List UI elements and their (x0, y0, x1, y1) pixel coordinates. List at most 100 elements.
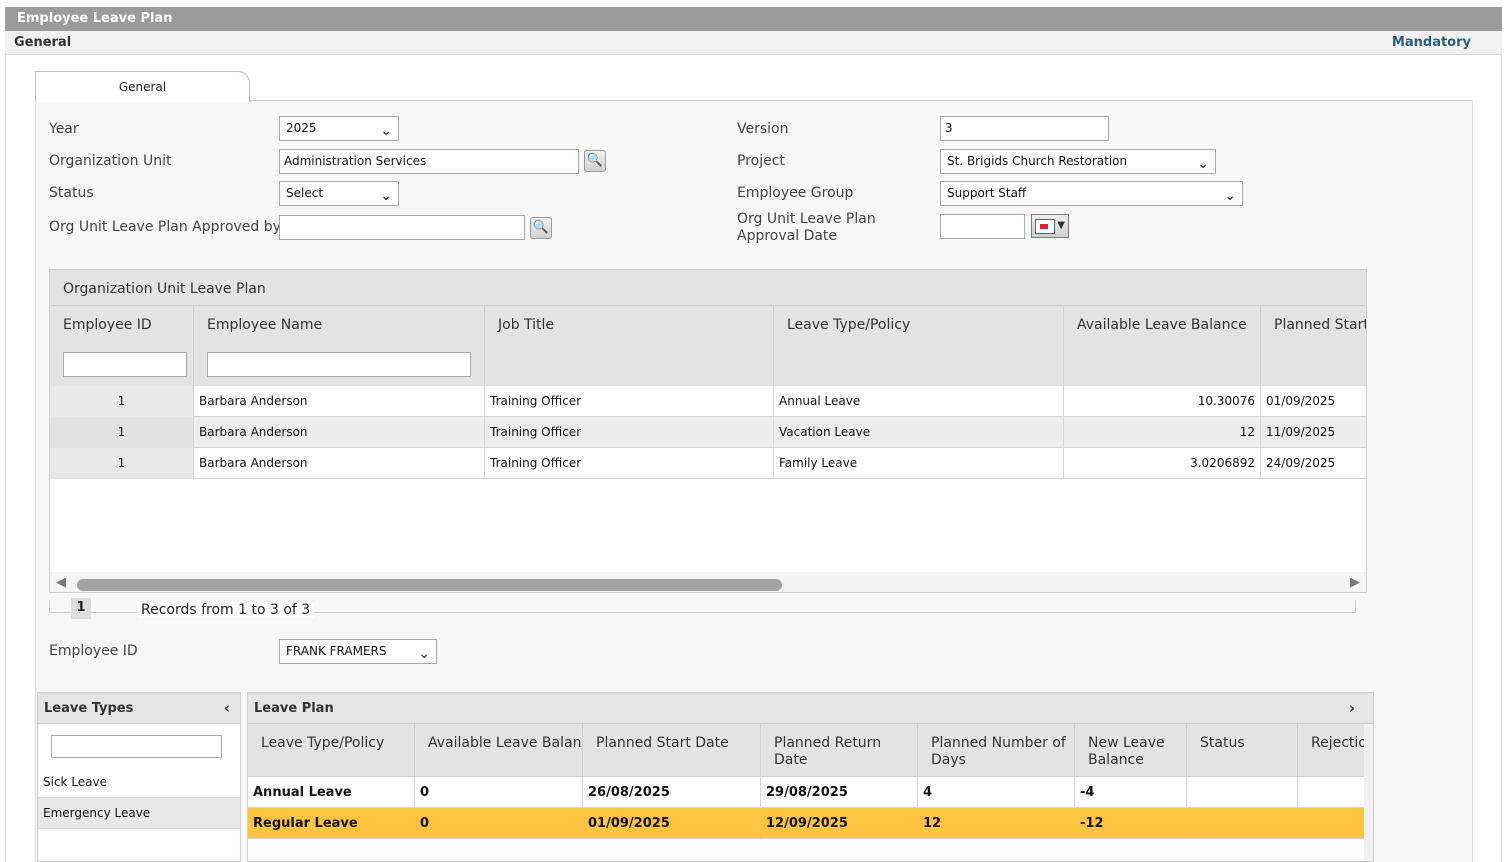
project-select[interactable]: St. Brigids Church Restoration ⌄ (940, 149, 1216, 174)
cell-leave-type: Family Leave (774, 448, 1064, 479)
version-input[interactable]: 3 (940, 116, 1109, 141)
year-value: 2025 (286, 121, 317, 135)
chevron-down-icon: ⌄ (1224, 188, 1236, 204)
approved-by-input[interactable] (279, 215, 525, 240)
cell-new-balance: -4 (1075, 777, 1187, 808)
cell-available-balance: 0 (415, 777, 583, 808)
status-select[interactable]: Select ⌄ (279, 181, 399, 206)
year-select[interactable]: 2025 ⌄ (279, 116, 399, 141)
chevron-left-icon[interactable]: ‹ (224, 693, 230, 724)
table-row[interactable]: 1 Barbara Anderson Training Officer Annu… (50, 386, 1366, 417)
scroll-left-icon[interactable]: ◀ (56, 575, 66, 590)
table-row[interactable]: 1 Barbara Anderson Training Officer Vaca… (50, 417, 1366, 448)
employee-id-select[interactable]: FRANK FRAMERS ⌄ (279, 639, 437, 664)
leave-plan-title: Leave Plan (254, 701, 334, 716)
chevron-right-icon[interactable]: › (1349, 693, 1355, 724)
calendar-button[interactable]: ▼ (1031, 214, 1069, 238)
employee-id-filter-input[interactable] (63, 352, 187, 377)
search-icon: 🔍 (586, 153, 604, 168)
employee-group-label: Employee Group (737, 185, 854, 201)
chevron-down-icon: ⌄ (380, 188, 392, 204)
column-header-planned-days[interactable]: Planned Number of Days (918, 724, 1075, 777)
mandatory-link[interactable]: Mandatory (1392, 35, 1471, 50)
cell-planned-start: 01/09/2025 (583, 808, 761, 839)
cell-planned-days: 12 (918, 808, 1075, 839)
search-icon: 🔍 (532, 220, 550, 235)
column-header-status[interactable]: Status (1187, 724, 1298, 777)
scroll-right-icon[interactable]: ▶ (1350, 575, 1360, 590)
table-row-selected[interactable]: Regular Leave 0 01/09/2025 12/09/2025 12… (248, 808, 1364, 839)
column-header-rejection[interactable]: Rejection (1298, 724, 1364, 777)
cell-status (1187, 777, 1298, 808)
table-row[interactable]: Annual Leave 0 26/08/2025 29/08/2025 4 -… (248, 777, 1364, 808)
year-label: Year (49, 121, 79, 137)
employee-group-value: Support Staff (947, 186, 1027, 200)
cell-planned-days: 4 (918, 777, 1075, 808)
leave-types-title: Leave Types (44, 701, 134, 716)
cell-available-balance: 0 (415, 808, 583, 839)
leave-types-filter-input[interactable] (51, 735, 222, 758)
leave-type-item[interactable]: Sick Leave (38, 767, 240, 798)
cell-planned-start: 11/09/2025 (1266, 425, 1336, 439)
table-row[interactable]: 1 Barbara Anderson Training Officer Fami… (50, 448, 1366, 479)
approved-by-label: Org Unit Leave Plan Approved by (49, 219, 281, 235)
approval-date-input[interactable] (940, 214, 1025, 239)
employee-group-select[interactable]: Support Staff ⌄ (940, 181, 1243, 206)
records-count: Records from 1 to 3 of 3 (137, 602, 315, 618)
column-header-leave-type[interactable]: Leave Type/Policy (774, 306, 1064, 386)
status-label: Status (49, 185, 94, 201)
chevron-down-icon: ⌄ (380, 123, 392, 139)
column-header-job-title[interactable]: Job Title (485, 306, 774, 386)
cell-planned-start: 24/09/2025 (1266, 456, 1336, 470)
cell-job-title: Training Officer (485, 417, 774, 448)
column-header-planned-start[interactable]: Planned Start D (1261, 306, 1366, 386)
org-unit-input[interactable]: Administration Services (279, 149, 579, 174)
employee-name-filter-input[interactable] (207, 352, 471, 377)
cell-employee-id: 1 (50, 417, 194, 448)
leave-types-header: Leave Types ‹ (38, 693, 240, 724)
column-header-planned-start[interactable]: Planned Start Date (583, 724, 761, 777)
leave-plan-header: Leave Plan › (248, 693, 1373, 724)
leave-plan-table: Leave Type/Policy Available Leave Balanc… (248, 724, 1364, 861)
cell-employee-name: Barbara Anderson (194, 448, 485, 479)
column-header-available-balance[interactable]: Available Leave Balance (1064, 306, 1261, 386)
approval-date-label: Org Unit Leave Plan Approval Date (737, 211, 876, 244)
leave-type-item[interactable]: Emergency Leave (38, 798, 240, 829)
cell-planned-start: 26/08/2025 (583, 777, 761, 808)
caret-down-icon: ▼ (1057, 220, 1065, 231)
cell-employee-id: 1 (50, 386, 194, 417)
column-header-planned-return[interactable]: Planned Return Date (761, 724, 918, 777)
org-unit-label: Organization Unit (49, 153, 172, 169)
org-unit-search-button[interactable]: 🔍 (584, 150, 606, 172)
horizontal-scrollbar[interactable]: ◀ ▶ (50, 572, 1366, 592)
column-header-available-balance[interactable]: Available Leave Balance (415, 724, 583, 777)
calendar-icon (1035, 219, 1055, 234)
version-label: Version (737, 121, 789, 137)
employee-id-label: Employee ID (49, 643, 138, 659)
page-number-button[interactable]: 1 (71, 598, 91, 619)
cell-leave-type: Regular Leave (248, 808, 415, 839)
cell-planned-return: 29/08/2025 (761, 777, 918, 808)
leave-types-panel: Leave Types ‹ Sick Leave Emergency Leave (37, 692, 241, 862)
column-header-new-balance[interactable]: New Leave Balance (1075, 724, 1187, 777)
approved-by-search-button[interactable]: 🔍 (530, 217, 552, 239)
cell-leave-type: Annual Leave (774, 386, 1064, 417)
tab-general[interactable]: General (35, 71, 250, 102)
chevron-down-icon: ⌄ (418, 646, 430, 662)
leave-plan-panel: Leave Plan › Leave Type/Policy Available… (247, 692, 1374, 862)
cell-rejection (1298, 777, 1364, 808)
scrollbar-thumb[interactable] (77, 579, 782, 591)
cell-employee-name: Barbara Anderson (194, 386, 485, 417)
cell-planned-start: 01/09/2025 (1266, 394, 1336, 408)
window-title: Employee Leave Plan (5, 7, 1502, 31)
cell-available-balance: 10.30076 (1064, 386, 1261, 417)
org-leave-plan-grid: Organization Unit Leave Plan Employee ID… (49, 269, 1367, 593)
cell-job-title: Training Officer (485, 386, 774, 417)
cell-planned-return: 12/09/2025 (761, 808, 918, 839)
chevron-down-icon: ⌄ (1197, 156, 1209, 172)
cell-available-balance: 3.0206892 (1064, 448, 1261, 479)
column-header-leave-type[interactable]: Leave Type/Policy (248, 724, 415, 777)
project-value: St. Brigids Church Restoration (947, 154, 1128, 168)
grid-caption: Organization Unit Leave Plan (50, 270, 1366, 306)
cell-leave-type: Vacation Leave (774, 417, 1064, 448)
